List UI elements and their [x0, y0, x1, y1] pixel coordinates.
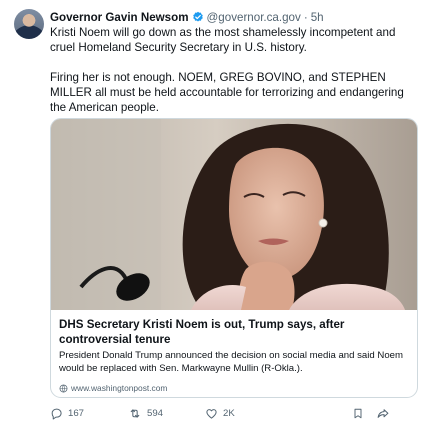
globe-icon — [59, 384, 68, 392]
post-paragraph: Kristi Noem will go down as the most sha… — [50, 26, 396, 54]
post-text: Kristi Noem will go down as the most sha… — [50, 25, 420, 115]
card-source-url[interactable]: www.washingtonpost.com — [71, 383, 167, 393]
card-source[interactable]: www.washingtonpost.com — [59, 383, 413, 393]
reply-button[interactable]: 167 — [50, 404, 84, 422]
repost-count: 594 — [147, 407, 164, 419]
repost-icon — [130, 408, 140, 418]
separator: · — [303, 10, 308, 24]
card-description: President Donald Trump announced the dec… — [59, 350, 403, 374]
bookmark-button[interactable] — [352, 404, 369, 422]
share-button[interactable] — [376, 404, 395, 422]
link-card[interactable]: DHS Secretary Kristi Noem is out, Trump … — [50, 118, 418, 398]
post-time[interactable]: 5h — [311, 11, 324, 24]
share-icon — [377, 408, 389, 418]
like-button[interactable]: 2K — [205, 404, 235, 422]
repost-button[interactable]: 594 — [128, 404, 163, 422]
action-bar: 167 594 2K — [50, 404, 395, 422]
author-handle[interactable]: @governor.ca.gov — [207, 11, 301, 24]
verified-badge-icon — [192, 11, 204, 23]
post-header: Governor Gavin Newsom @governor.ca.gov ·… — [50, 9, 324, 25]
card-body: DHS Secretary Kristi Noem is out, Trump … — [59, 317, 413, 393]
post: Governor Gavin Newsom @governor.ca.gov ·… — [0, 0, 427, 435]
post-paragraph: Firing her is not enough. NOEM, GREG BOV… — [50, 71, 404, 114]
like-count: 2K — [223, 407, 235, 419]
reply-icon — [51, 408, 62, 419]
like-icon — [206, 408, 217, 419]
card-title[interactable]: DHS Secretary Kristi Noem is out, Trump … — [59, 317, 413, 347]
author-name[interactable]: Governor Gavin Newsom — [50, 11, 189, 24]
bookmark-icon — [354, 408, 362, 418]
card-image[interactable] — [51, 119, 417, 310]
avatar[interactable] — [14, 9, 44, 39]
reply-count: 167 — [68, 407, 85, 419]
